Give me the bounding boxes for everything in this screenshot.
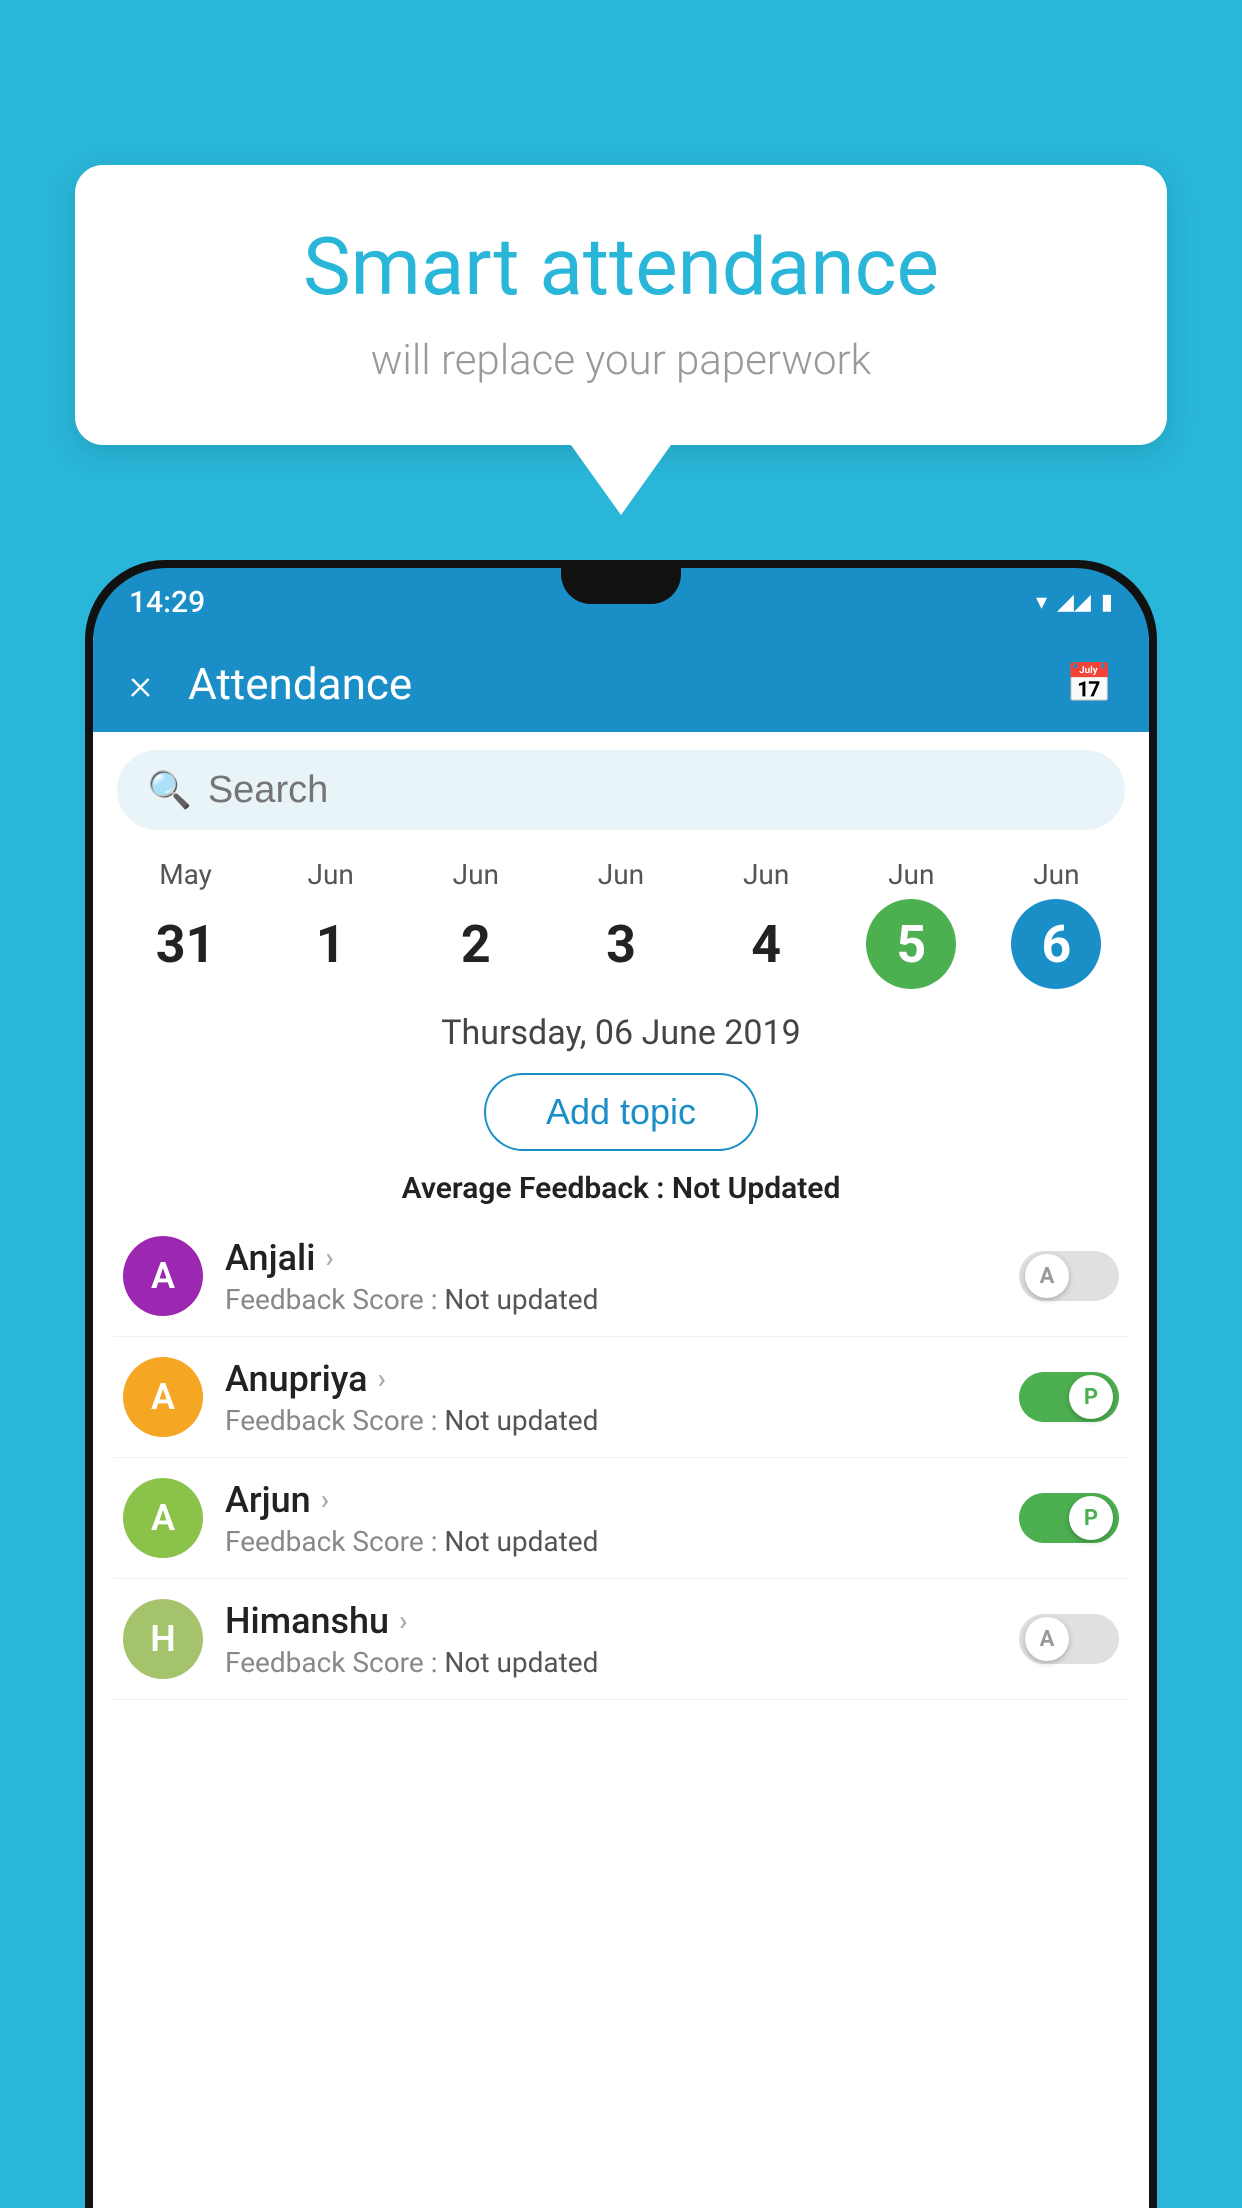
date-header: Thursday, 06 June 2019 [93, 1013, 1149, 1053]
avatar: A [123, 1236, 203, 1316]
phone-inner: 14:29 ▾ ◢◢ ▮ × Attendance 📅 🔍 May 31 Jun 1 [93, 568, 1149, 2208]
app-header: × Attendance 📅 [93, 636, 1149, 732]
status-bar: 14:29 ▾ ◢◢ ▮ [93, 568, 1149, 636]
wifi-icon: ▾ [1036, 590, 1047, 615]
attendance-toggle[interactable]: A [1019, 1251, 1119, 1301]
student-info: Anjali › Feedback Score : Not updated [225, 1237, 997, 1316]
app-title: Attendance [188, 658, 1066, 710]
search-icon: 🔍 [147, 769, 192, 811]
status-icons: ▾ ◢◢ ▮ [1036, 590, 1113, 615]
student-name[interactable]: Arjun › [225, 1479, 997, 1521]
feedback-score: Feedback Score : Not updated [225, 1283, 997, 1316]
student-info: Himanshu › Feedback Score : Not updated [225, 1600, 997, 1679]
month-label: Jun [888, 858, 934, 891]
day-number[interactable]: 5 [866, 899, 956, 989]
chevron-icon: › [399, 1604, 407, 1637]
battery-icon: ▮ [1101, 590, 1113, 615]
student-item[interactable]: A Arjun › Feedback Score : Not updated P [113, 1458, 1129, 1579]
feedback-score: Feedback Score : Not updated [225, 1404, 997, 1437]
chevron-icon: › [378, 1362, 386, 1395]
avatar: A [123, 1478, 203, 1558]
feedback-score: Feedback Score : Not updated [225, 1646, 997, 1679]
day-number[interactable]: 4 [721, 899, 811, 989]
calendar-day[interactable]: Jun 2 [431, 858, 521, 989]
student-item[interactable]: H Himanshu › Feedback Score : Not updated A [113, 1579, 1129, 1700]
day-number[interactable]: 1 [286, 899, 376, 989]
add-topic-button[interactable]: Add topic [484, 1073, 758, 1151]
student-item[interactable]: A Anjali › Feedback Score : Not updated A [113, 1216, 1129, 1337]
feedback-score: Feedback Score : Not updated [225, 1525, 997, 1558]
student-item[interactable]: A Anupriya › Feedback Score : Not updated P [113, 1337, 1129, 1458]
avg-feedback: Average Feedback : Not Updated [93, 1171, 1149, 1206]
day-number[interactable]: 3 [576, 899, 666, 989]
avg-feedback-label: Average Feedback : [402, 1171, 665, 1206]
day-number[interactable]: 6 [1011, 899, 1101, 989]
speech-bubble-container: Smart attendance will replace your paper… [75, 165, 1167, 515]
calendar-row: May 31 Jun 1 Jun 2 Jun 3 Jun 4 Jun 5 Jun 6 [93, 848, 1149, 989]
toggle-knob: P [1069, 1375, 1113, 1419]
speech-bubble-tail [571, 445, 671, 515]
calendar-day[interactable]: Jun 5 [866, 858, 956, 989]
calendar-icon[interactable]: 📅 [1066, 662, 1113, 706]
avg-feedback-value: Not Updated [672, 1171, 840, 1206]
month-label: Jun [743, 858, 789, 891]
month-label: Jun [1033, 858, 1079, 891]
student-list: AAnjali ›Feedback Score : Not updatedAAA… [93, 1216, 1149, 1700]
day-number[interactable]: 2 [431, 899, 521, 989]
search-bar[interactable]: 🔍 [117, 750, 1125, 830]
calendar-day[interactable]: Jun 1 [286, 858, 376, 989]
phone-screen: × Attendance 📅 🔍 May31Jun1Jun2Jun3Jun4Ju… [93, 636, 1149, 2208]
toggle-knob: P [1069, 1496, 1113, 1540]
month-label: Jun [308, 858, 354, 891]
avatar: H [123, 1599, 203, 1679]
month-label: May [159, 858, 212, 891]
phone-frame: 14:29 ▾ ◢◢ ▮ × Attendance 📅 🔍 May 31 Jun 1 [85, 560, 1157, 2208]
student-info: Arjun › Feedback Score : Not updated [225, 1479, 997, 1558]
attendance-toggle[interactable]: A [1019, 1614, 1119, 1664]
calendar-day[interactable]: May 31 [141, 858, 231, 989]
student-name[interactable]: Himanshu › [225, 1600, 997, 1642]
calendar-day[interactable]: Jun 3 [576, 858, 666, 989]
chevron-icon: › [321, 1483, 329, 1516]
toggle-knob: A [1025, 1254, 1069, 1298]
notch [561, 568, 681, 604]
student-name[interactable]: Anjali › [225, 1237, 997, 1279]
student-name[interactable]: Anupriya › [225, 1358, 997, 1400]
hero-title: Smart attendance [135, 220, 1107, 314]
signal-icon: ◢◢ [1057, 590, 1091, 615]
speech-bubble: Smart attendance will replace your paper… [75, 165, 1167, 445]
avatar: A [123, 1357, 203, 1437]
calendar-day[interactable]: Jun 4 [721, 858, 811, 989]
toggle-knob: A [1025, 1617, 1069, 1661]
attendance-toggle[interactable]: P [1019, 1493, 1119, 1543]
search-input[interactable] [208, 769, 1095, 812]
status-time: 14:29 [129, 585, 205, 620]
attendance-toggle[interactable]: P [1019, 1372, 1119, 1422]
calendar-day[interactable]: Jun 6 [1011, 858, 1101, 989]
month-label: Jun [453, 858, 499, 891]
student-info: Anupriya › Feedback Score : Not updated [225, 1358, 997, 1437]
hero-subtitle: will replace your paperwork [135, 336, 1107, 385]
chevron-icon: › [325, 1241, 333, 1274]
day-number[interactable]: 31 [141, 899, 231, 989]
month-label: Jun [598, 858, 644, 891]
close-button[interactable]: × [129, 658, 152, 710]
